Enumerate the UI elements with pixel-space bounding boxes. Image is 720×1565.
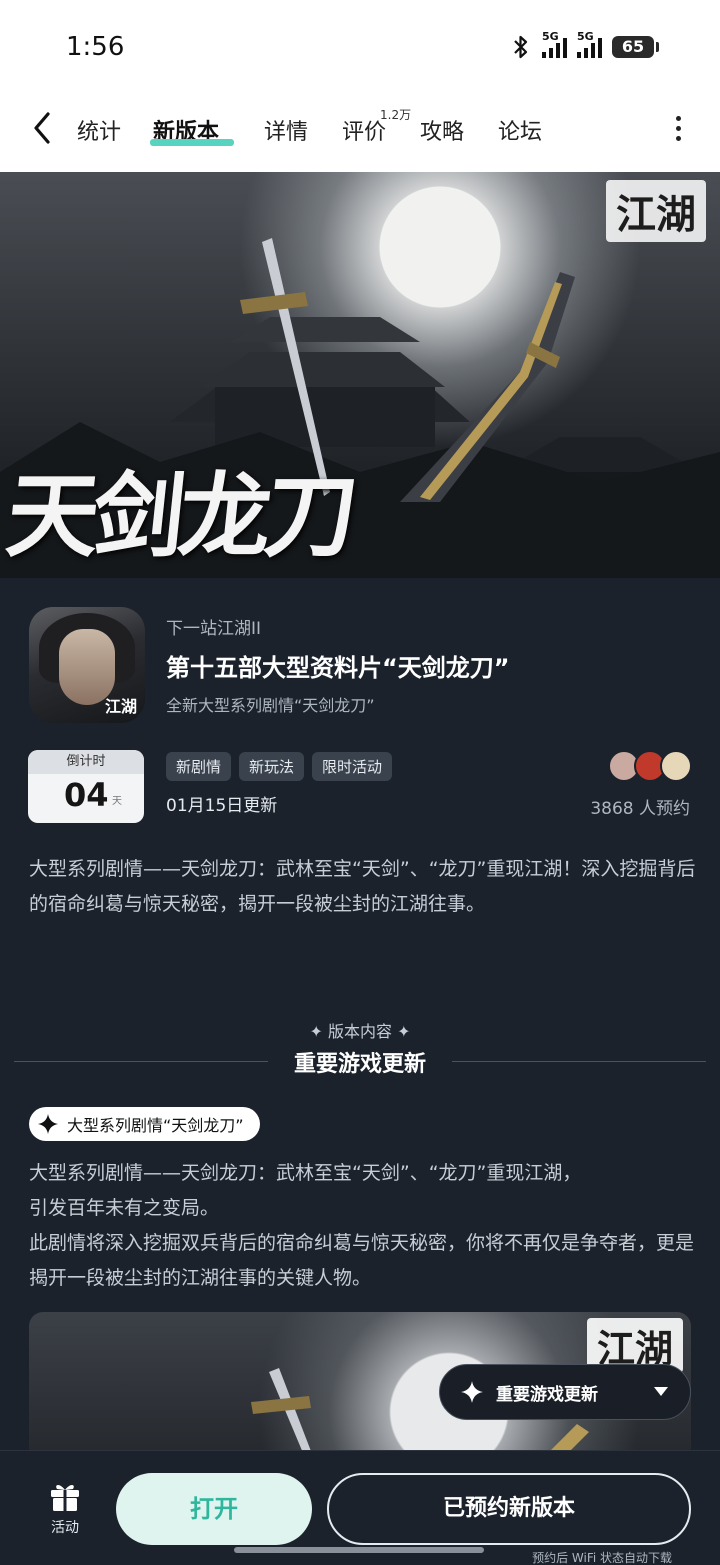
signal-icon-2: 5G xyxy=(577,30,602,58)
section-title: 重要游戏更新 xyxy=(293,1052,426,1077)
banner-title: 天剑龙刀 xyxy=(1,462,357,570)
reserved-version-button[interactable]: 已预约新版本 xyxy=(327,1473,691,1545)
top-bar: 1:56 5G 5G 65 统计 新版本 详情 评价 1.2万 攻略 论坛 xyxy=(0,0,720,172)
active-tab-indicator xyxy=(150,139,234,146)
hero-banner[interactable]: 江湖 天剑龙刀 xyxy=(0,172,720,578)
tag-list: 新剧情 新玩法 限时活动 xyxy=(166,752,393,781)
countdown-value: 04 xyxy=(64,776,109,814)
version-description: 大型系列剧情——天剑龙刀：武林至宝“天剑”、“龙刀”重现江湖！深入挖掘背后的宿命… xyxy=(29,858,696,915)
more-options-icon[interactable] xyxy=(676,116,682,142)
open-game-button[interactable]: 打开 xyxy=(116,1473,312,1545)
reserver-avatars xyxy=(608,750,692,782)
game-logo: 江湖 xyxy=(606,180,706,242)
gift-icon xyxy=(51,1485,79,1511)
sparkle-icon: ✦ xyxy=(397,1022,411,1041)
game-app-icon[interactable]: 江湖 xyxy=(29,607,145,723)
status-icons: 5G 5G 65 xyxy=(510,30,659,60)
feature-pill: 大型系列剧情“天剑龙刀” xyxy=(29,1107,260,1141)
version-title: 第十五部大型资料片“天剑龙刀” xyxy=(166,654,510,682)
tab-bar: 统计 新版本 详情 评价 1.2万 攻略 论坛 xyxy=(0,100,720,160)
auto-download-hint: 预约后 WiFi 状态自动下载 xyxy=(532,1551,672,1565)
countdown-unit: 天 xyxy=(112,796,122,807)
tag-new-story: 新剧情 xyxy=(166,752,232,781)
signal-icon-1: 5G xyxy=(542,30,567,58)
tab-stats[interactable]: 统计 xyxy=(77,114,121,146)
section-jump-label: 重要游戏更新 xyxy=(496,1384,598,1405)
bottom-action-bar: 活动 打开 已预约新版本 预约后 WiFi 状态自动下载 xyxy=(0,1450,720,1565)
tag-new-gameplay: 新玩法 xyxy=(239,752,305,781)
status-time: 1:56 xyxy=(66,32,125,62)
version-subtitle: 全新大型系列剧情“天剑龙刀” xyxy=(166,696,375,715)
tab-details[interactable]: 详情 xyxy=(264,114,308,146)
chevron-down-icon xyxy=(654,1387,668,1396)
sparkle-icon: ✦ xyxy=(309,1022,323,1041)
update-date: 01月15日更新 xyxy=(166,796,278,816)
tab-forum[interactable]: 论坛 xyxy=(498,114,542,146)
home-indicator[interactable] xyxy=(234,1547,484,1553)
app-icon-mark: 江湖 xyxy=(104,697,137,716)
review-count-badge: 1.2万 xyxy=(380,108,412,122)
tab-guides[interactable]: 攻略 xyxy=(420,114,464,146)
developer-name: 下一站江湖II xyxy=(166,619,262,639)
sparkle-icon xyxy=(461,1381,483,1403)
sparkle-icon xyxy=(38,1114,58,1134)
reservation-count: 3868 人预约 xyxy=(590,799,690,819)
feature-pill-label: 大型系列剧情“天剑龙刀” xyxy=(67,1116,244,1135)
bluetooth-icon xyxy=(514,35,528,59)
countdown-badge: 倒计时 04 天 xyxy=(28,750,144,823)
tag-limited-event: 限时活动 xyxy=(312,752,393,781)
battery-icon: 65 xyxy=(612,36,659,58)
back-arrow-icon[interactable] xyxy=(28,108,58,148)
feature-description: 大型系列剧情——天剑龙刀：武林至宝“天剑”、“龙刀”重现江湖， 引发百年未有之变… xyxy=(29,1162,695,1289)
section-label: ✦ 版本内容 ✦ xyxy=(309,1022,411,1041)
avatar xyxy=(660,750,692,782)
countdown-label: 倒计时 xyxy=(28,750,144,774)
activity-button[interactable]: 活动 xyxy=(40,1479,90,1537)
section-jump-dropdown[interactable]: 重要游戏更新 xyxy=(439,1364,691,1420)
activity-label: 活动 xyxy=(51,1520,79,1536)
